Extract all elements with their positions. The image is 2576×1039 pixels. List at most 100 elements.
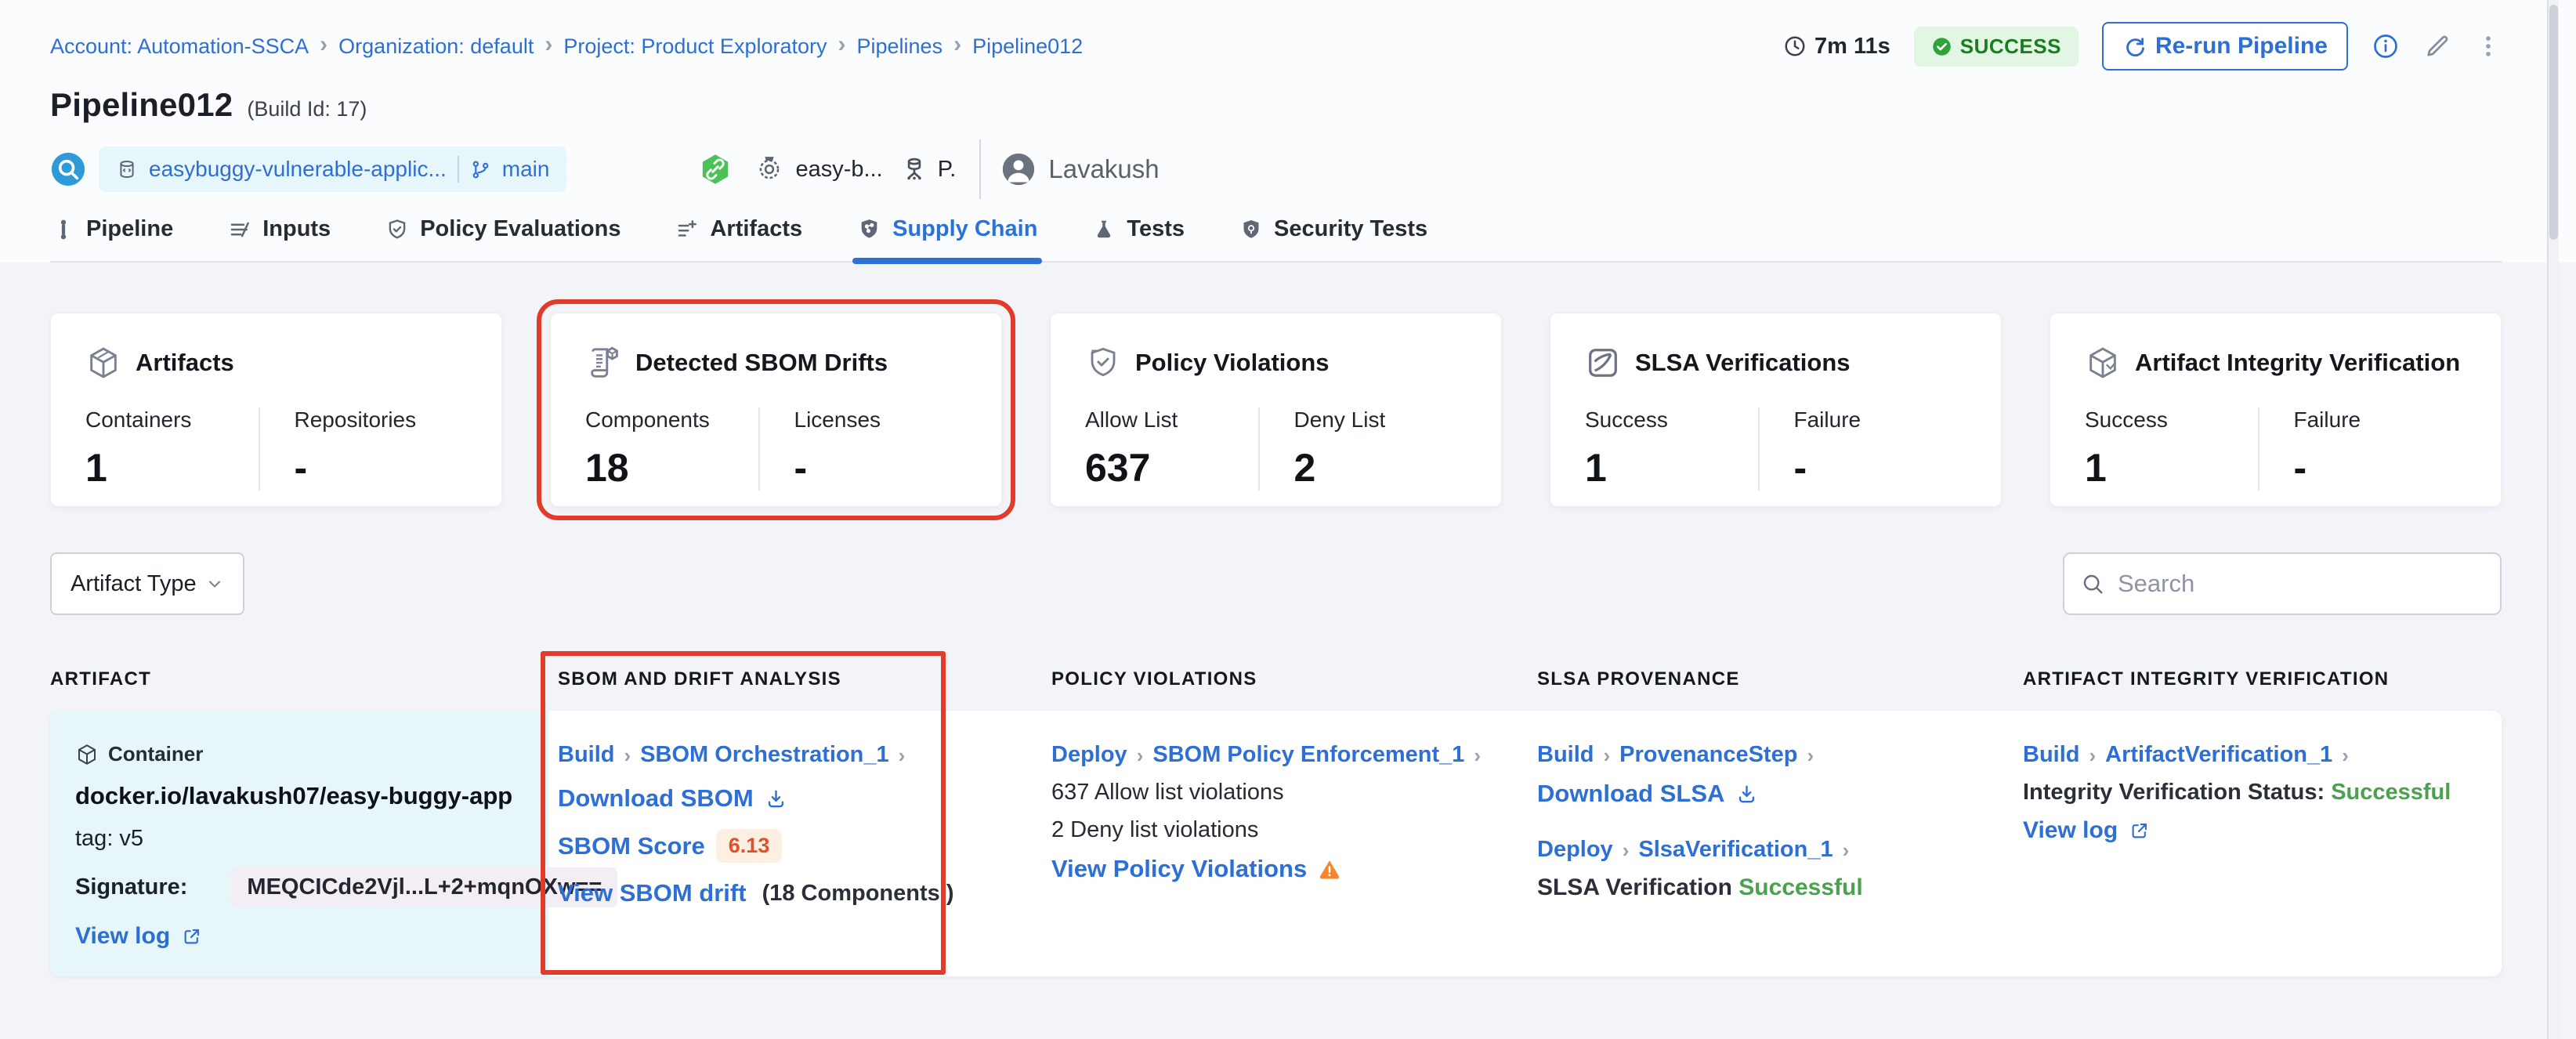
stat-value: - — [794, 445, 968, 491]
integrity-stage-link[interactable]: Build — [2023, 742, 2080, 768]
shield-check-icon — [1085, 345, 1121, 381]
build-id: (Build Id: 17) — [247, 97, 367, 121]
integrity-verification-cell: Build › ArtifactVerification_1 › Integri… — [2013, 711, 2502, 976]
tab-label: Security Tests — [1274, 216, 1427, 242]
tab-policy-evaluations[interactable]: Policy Evaluations — [384, 216, 622, 261]
stat-value: 637 — [1085, 445, 1258, 491]
chevron-separator-icon: › — [2089, 745, 2097, 766]
slsa-verification-text: SLSA Verification — [1537, 874, 1732, 900]
chevron-separator-icon: › — [1623, 840, 1630, 860]
repository-icon — [116, 158, 138, 180]
stat-label: Failure — [1794, 407, 1967, 433]
rerun-pipeline-button[interactable]: Re-run Pipeline — [2102, 22, 2348, 71]
download-icon — [765, 787, 787, 810]
tab-label: Artifacts — [710, 216, 802, 242]
check-circle-icon — [1931, 36, 1952, 57]
connector-chip — [698, 152, 733, 186]
vertical-scrollbar[interactable] — [2547, 0, 2559, 1039]
search-input[interactable] — [2118, 570, 2484, 598]
artifact-name: docker.io/lavakush07/easy-buggy-app — [75, 782, 512, 810]
user-name: Lavakush — [1048, 154, 1159, 184]
card-artifact-integrity-verification: Artifact Integrity Verification Success1… — [2050, 313, 2502, 507]
tab-label: Inputs — [262, 216, 331, 242]
card-title: Artifacts — [136, 349, 234, 377]
download-icon — [1735, 783, 1758, 805]
shield-check-icon — [385, 218, 409, 241]
card-slsa-verifications: SLSA Verifications Success1 Failure- — [1550, 313, 2002, 507]
duration-value: 7m 11s — [1814, 34, 1890, 60]
git-branch-icon — [470, 159, 491, 180]
infra-name: P. — [938, 157, 957, 183]
card-title: SLSA Verifications — [1635, 349, 1851, 377]
chevron-separator-icon: › — [545, 33, 552, 56]
gear-icon — [754, 154, 784, 184]
slsa-stage1-link[interactable]: Build — [1537, 742, 1594, 768]
policy-stage-link[interactable]: Deploy — [1051, 742, 1127, 768]
list-plus-icon — [675, 218, 699, 241]
policy-step-link[interactable]: SBOM Policy Enforcement_1 — [1152, 742, 1464, 768]
stat-value: - — [2294, 445, 2467, 491]
download-sbom-link[interactable]: Download SBOM — [558, 784, 787, 813]
integrity-status-value: Successful — [2331, 780, 2451, 805]
table-row: Container docker.io/lavakush07/easy-bugg… — [50, 711, 2502, 976]
card-policy-violations: Policy Violations Allow List637 Deny Lis… — [1050, 313, 1502, 507]
view-log-link[interactable]: View log — [75, 923, 202, 950]
tab-inputs[interactable]: Inputs — [226, 216, 332, 261]
breadcrumb-project[interactable]: Project: Product Exploratory — [563, 34, 827, 59]
tab-tests[interactable]: Tests — [1091, 216, 1186, 261]
view-policy-violations-link[interactable]: View Policy Violations — [1051, 855, 1307, 883]
branch-name: main — [502, 157, 550, 182]
sbom-step-link[interactable]: SBOM Orchestration_1 — [640, 742, 888, 768]
integrity-step-link[interactable]: ArtifactVerification_1 — [2105, 742, 2332, 768]
stat-label: Components — [585, 407, 758, 433]
tab-supply-chain[interactable]: Supply Chain — [856, 216, 1039, 261]
kebab-menu-icon[interactable] — [2475, 33, 2502, 60]
view-log-link[interactable]: View log — [2023, 817, 2150, 844]
slsa-step2-link[interactable]: SlsaVerification_1 — [1638, 837, 1833, 863]
artifact-type-label: Container — [108, 742, 203, 766]
artifact-type-dropdown[interactable]: Artifact Type — [50, 552, 244, 615]
tab-label: Pipeline — [86, 216, 173, 242]
artifact-tag: tag: v5 — [75, 826, 143, 852]
breadcrumb-pipelines[interactable]: Pipelines — [857, 34, 943, 59]
column-header-policy-violations: POLICY VIOLATIONS — [1042, 657, 1528, 711]
repo-branch-chip[interactable]: easybuggy-vulnerable-applic... main — [99, 147, 566, 192]
column-header-slsa-provenance: SLSA PROVENANCE — [1528, 657, 2013, 711]
tab-pipeline[interactable]: Pipeline — [50, 216, 175, 261]
divider — [979, 139, 981, 199]
stat-value: 1 — [2085, 445, 2258, 491]
infrastructure-icon — [900, 155, 928, 183]
allow-list-violations: 637 Allow list violations — [1051, 780, 1284, 805]
view-sbom-drift-link[interactable]: View SBOM drift — [558, 879, 747, 907]
breadcrumb-organization[interactable]: Organization: default — [338, 34, 534, 59]
tab-security-tests[interactable]: Security Tests — [1238, 216, 1429, 261]
breadcrumb-pipeline012[interactable]: Pipeline012 — [972, 34, 1083, 59]
tab-label: Supply Chain — [892, 216, 1037, 242]
signature-label: Signature: — [75, 874, 187, 900]
clock-icon — [1783, 34, 1807, 58]
supply-chain-shield-icon — [857, 217, 881, 241]
sbom-stage-link[interactable]: Build — [558, 742, 615, 768]
edit-pencil-icon[interactable] — [2423, 32, 2451, 60]
stat-value: - — [295, 445, 468, 491]
sbom-score-badge: 6.13 — [716, 829, 783, 863]
chevron-down-icon — [205, 574, 224, 593]
stat-label: Success — [2085, 407, 2258, 433]
info-icon[interactable] — [2372, 32, 2400, 60]
card-title: Policy Violations — [1135, 349, 1330, 377]
policy-violations-cell: Deploy › SBOM Policy Enforcement_1 › 637… — [1042, 711, 1528, 976]
tab-artifacts[interactable]: Artifacts — [674, 216, 804, 261]
cube-icon — [2085, 345, 2121, 381]
sbom-score-link[interactable]: SBOM Score — [558, 832, 705, 860]
download-slsa-link[interactable]: Download SLSA — [1537, 780, 1758, 808]
chevron-separator-icon: › — [320, 33, 327, 56]
breadcrumb-account[interactable]: Account: Automation-SSCA — [50, 34, 309, 59]
artifact-cell: Container docker.io/lavakush07/easy-bugg… — [50, 711, 548, 976]
artifact-type-label: Artifact Type — [71, 571, 197, 597]
pipeline-icon — [52, 218, 75, 241]
slsa-step1-link[interactable]: ProvenanceStep — [1619, 742, 1797, 768]
slsa-stage2-link[interactable]: Deploy — [1537, 837, 1613, 863]
scrollbar-thumb[interactable] — [2549, 5, 2558, 240]
rerun-pipeline-label: Re-run Pipeline — [2155, 33, 2328, 60]
flask-icon — [1092, 218, 1116, 241]
